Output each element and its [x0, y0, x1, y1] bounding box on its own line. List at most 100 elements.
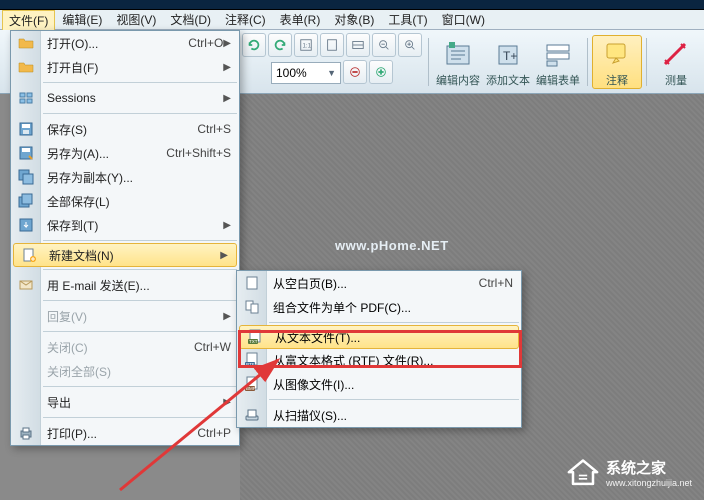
submenu-arrow-icon: ▶ — [220, 250, 228, 261]
rotate-ccw-button[interactable] — [242, 33, 266, 57]
new-document-submenu: 从空白页(B)... Ctrl+N 组合文件为单个 PDF(C)... TXT 从文本文… — [236, 270, 522, 428]
menu-item-label: 用 E-mail 发送(E)... — [47, 277, 231, 294]
newdoc-menu-item-1[interactable]: 组合文件为单个 PDF(C)... — [237, 295, 521, 319]
menu-item-label: 全部保存(L) — [47, 193, 231, 210]
menu-item-label: 从空白页(B)... — [273, 275, 467, 292]
edit-form-label: 编辑表单 — [536, 72, 580, 88]
menu-bar: 文件(F) 编辑(E) 视图(V) 文档(D) 注释(C) 表单(R) 对象(B… — [0, 10, 704, 30]
menu-item-label: 保存到(T) — [47, 217, 223, 234]
file-menu-item-11[interactable]: 新建文档(N)▶ — [13, 243, 237, 267]
menu-item-label: 从文本文件(T)... — [275, 329, 510, 346]
newdoc-menu-item-4[interactable]: RTF 从富文本格式 (RTF) 文件(R)... — [237, 348, 521, 372]
menu-document[interactable]: 文档(D) — [163, 9, 218, 30]
fit-width-button[interactable] — [346, 33, 370, 57]
menu-item-label: 从图像文件(I)... — [273, 376, 513, 393]
file-dropdown-menu: 打开(O)...Ctrl+O▶打开自(F)▶Sessions▶保存(S)Ctrl… — [10, 30, 240, 446]
file-menu-item-20[interactable]: 导出▶ — [11, 390, 239, 414]
zoom-out-button[interactable] — [372, 33, 396, 57]
submenu-arrow-icon: ▶ — [223, 38, 231, 49]
svg-text:RTF: RTF — [246, 362, 255, 367]
menu-item-shortcut: Ctrl+O — [188, 36, 223, 50]
submenu-arrow-icon: ▶ — [223, 93, 231, 104]
menu-item-shortcut: Ctrl+N — [479, 276, 513, 290]
file-menu-item-9[interactable]: 保存到(T)▶ — [11, 213, 239, 237]
submenu-arrow-icon: ▶ — [223, 220, 231, 231]
measure-label: 测量 — [665, 72, 687, 88]
menu-item-label: 回复(V) — [47, 308, 223, 325]
zoom-combo[interactable]: 100%▼ — [271, 62, 341, 84]
menu-item-shortcut: Ctrl+P — [197, 426, 231, 440]
menu-item-shortcut: Ctrl+W — [194, 340, 231, 354]
brand-badge: 系统之家 www.xitongzhuijia.net — [566, 457, 692, 488]
file-menu-item-0[interactable]: 打开(O)...Ctrl+O▶ — [11, 31, 239, 55]
file-menu-item-5[interactable]: 保存(S) Ctrl+S — [11, 117, 239, 141]
newdoc-menu-item-0[interactable]: 从空白页(B)... Ctrl+N — [237, 271, 521, 295]
combine-icon — [243, 298, 261, 316]
zoom-in-button[interactable] — [398, 33, 422, 57]
file-menu-item-8[interactable]: 全部保存(L) — [11, 189, 239, 213]
txt-icon: TXT — [246, 328, 264, 346]
fit-page-button[interactable] — [320, 33, 344, 57]
edit-content-button[interactable]: 编辑内容 — [433, 36, 483, 88]
bmp-icon: BMP — [243, 375, 261, 393]
file-menu-item-13[interactable]: 用 E-mail 发送(E)... — [11, 273, 239, 297]
folder-icon — [17, 58, 35, 76]
submenu-arrow-icon: ▶ — [223, 62, 231, 73]
annotate-button[interactable]: 注释 — [592, 35, 642, 89]
edit-form-button[interactable]: 编辑表单 — [533, 36, 583, 88]
rotate-cw-button[interactable] — [268, 33, 292, 57]
menu-item-label: Sessions — [47, 91, 223, 105]
file-menu-item-1[interactable]: 打开自(F)▶ — [11, 55, 239, 79]
file-menu-item-18: 关闭全部(S) — [11, 359, 239, 383]
submenu-arrow-icon: ▶ — [223, 311, 231, 322]
menu-item-label: 从扫描仪(S)... — [273, 407, 513, 424]
edit-content-label: 编辑内容 — [436, 72, 480, 88]
file-menu-item-7[interactable]: 另存为副本(Y)... — [11, 165, 239, 189]
brand-name-cn: 系统之家 — [606, 457, 692, 478]
menu-window[interactable]: 窗口(W) — [435, 9, 492, 30]
menu-item-label: 组合文件为单个 PDF(C)... — [273, 299, 513, 316]
menu-item-shortcut: Ctrl+S — [197, 122, 231, 136]
saveas-icon — [17, 144, 35, 162]
menu-comment[interactable]: 注释(C) — [218, 9, 273, 30]
brand-name-en: www.xitongzhuijia.net — [606, 478, 692, 488]
menu-item-label: 从富文本格式 (RTF) 文件(R)... — [273, 352, 513, 369]
saveto-icon — [17, 216, 35, 234]
sessions-icon — [17, 89, 35, 107]
add-text-label: 添加文本 — [486, 72, 530, 88]
menu-item-label: 打开自(F) — [47, 59, 223, 76]
newdoc-menu-item-7[interactable]: 从扫描仪(S)... — [237, 403, 521, 427]
zoom-value: 100% — [276, 66, 307, 80]
menu-file[interactable]: 文件(F) — [2, 10, 55, 30]
menu-tools[interactable]: 工具(T) — [381, 9, 434, 30]
newdoc-menu-item-5[interactable]: BMP 从图像文件(I)... — [237, 372, 521, 396]
save-icon — [17, 120, 35, 138]
menu-item-label: 打印(P)... — [47, 425, 185, 442]
scanner-icon — [243, 406, 261, 424]
menu-form[interactable]: 表单(R) — [273, 9, 328, 30]
file-menu-item-22[interactable]: 打印(P)... Ctrl+P — [11, 421, 239, 445]
menu-object[interactable]: 对象(B) — [327, 9, 381, 30]
add-text-button[interactable]: T+ 添加文本 — [483, 36, 533, 88]
file-menu-item-6[interactable]: 另存为(A)...Ctrl+Shift+S — [11, 141, 239, 165]
menu-item-label: 新建文档(N) — [49, 247, 220, 264]
menu-edit[interactable]: 编辑(E) — [55, 9, 109, 30]
file-menu-item-3[interactable]: Sessions▶ — [11, 86, 239, 110]
menu-item-label: 另存为(A)... — [47, 145, 154, 162]
measure-button[interactable]: 测量 — [651, 36, 701, 88]
menu-item-label: 关闭(C) — [47, 339, 182, 356]
actual-size-button[interactable]: 1:1 — [294, 33, 318, 57]
watermark-text: www.pHome.NET — [335, 238, 449, 253]
menu-view[interactable]: 视图(V) — [109, 9, 163, 30]
menu-item-label: 保存(S) — [47, 121, 185, 138]
newdoc-menu-item-3[interactable]: TXT 从文本文件(T)... — [239, 325, 519, 349]
zoom-decrease-button[interactable] — [343, 60, 367, 84]
savecopy-icon — [17, 168, 35, 186]
annotate-label: 注释 — [606, 72, 628, 88]
blank-icon — [243, 274, 261, 292]
file-menu-item-15: 回复(V)▶ — [11, 304, 239, 328]
print-icon — [17, 424, 35, 442]
newdoc-icon — [20, 246, 38, 264]
zoom-increase-button[interactable] — [369, 60, 393, 84]
menu-item-label: 关闭全部(S) — [47, 363, 231, 380]
